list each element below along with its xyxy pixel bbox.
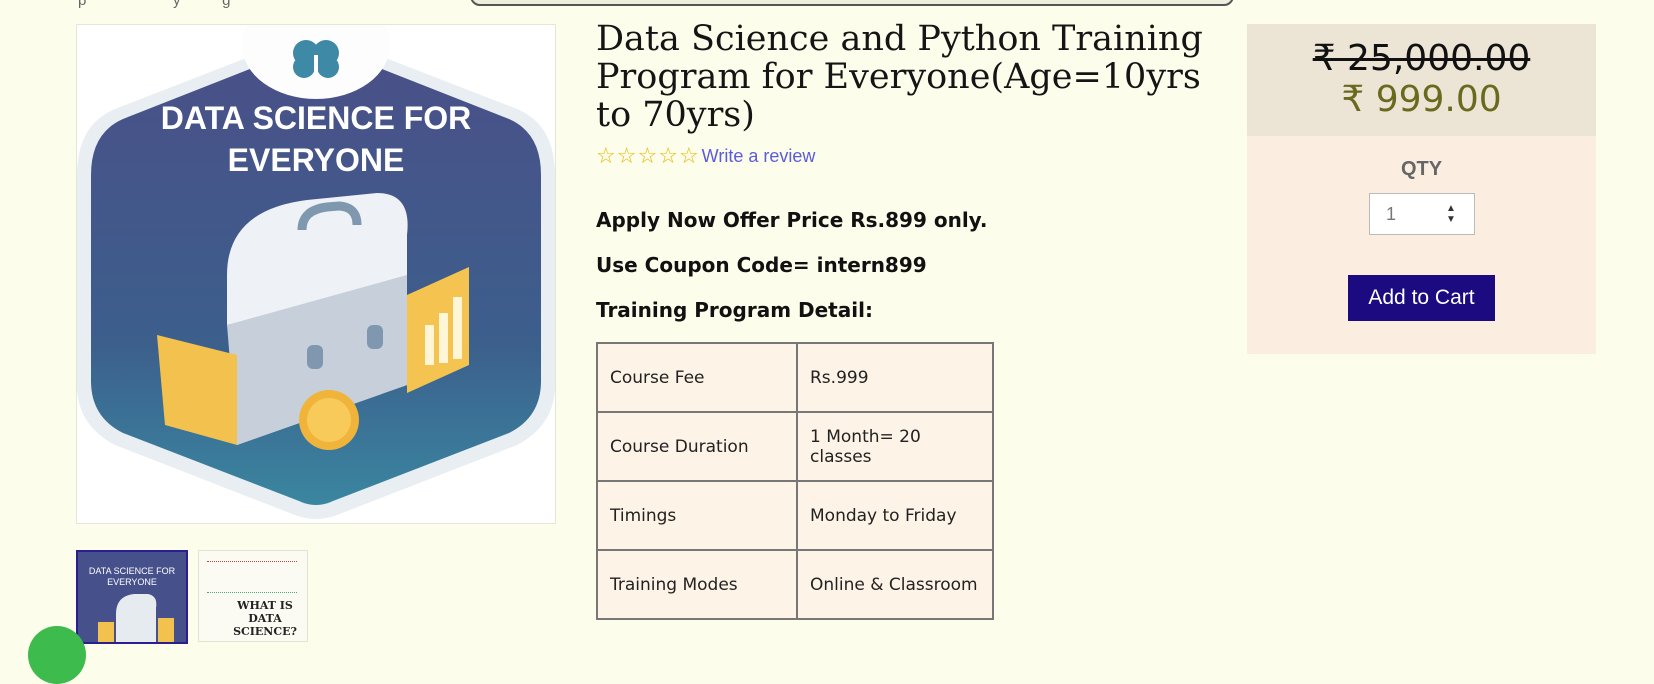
product-title: Data Science and Python Training Program… xyxy=(596,19,1203,135)
data-science-illustration: DATA SCIENCE FOR EVERYONE xyxy=(77,25,555,519)
svg-text:DATA SCIENCE FOR: DATA SCIENCE FOR xyxy=(89,566,176,576)
thumbnail-1[interactable]: DATA SCIENCE FOR EVERYONE xyxy=(76,550,188,644)
whatsapp-chat-button[interactable] xyxy=(28,626,86,684)
star-outline-icon[interactable]: ☆ xyxy=(596,144,616,168)
quantity-stepper[interactable]: 1 ▲ ▼ xyxy=(1369,193,1475,235)
detail-value: Monday to Friday xyxy=(796,480,994,551)
star-outline-icon[interactable]: ☆ xyxy=(658,144,678,168)
detail-value: Rs.999 xyxy=(796,342,994,413)
detail-label: Course Fee xyxy=(596,342,798,413)
detail-value: Online & Classroom xyxy=(796,549,994,620)
quantity-input[interactable]: 1 xyxy=(1370,204,1440,225)
spinner-up-icon[interactable]: ▲ xyxy=(1446,203,1456,214)
add-to-cart-button[interactable]: Add to Cart xyxy=(1348,275,1495,321)
image-title-line2: EVERYONE xyxy=(228,142,405,178)
price-box: ₹ 25,000.00 ₹ 999.00 QTY 1 ▲ ▼ Add to Ca… xyxy=(1247,24,1596,354)
price-header: ₹ 25,000.00 ₹ 999.00 xyxy=(1247,24,1596,136)
product-main-image[interactable]: DATA SCIENCE FOR EVERYONE xyxy=(76,24,556,524)
detail-heading: Training Program Detail: xyxy=(596,298,873,322)
table-row: Training Modes Online & Classroom xyxy=(596,549,994,620)
image-title-line1: DATA SCIENCE FOR xyxy=(161,100,472,136)
table-row: Course Duration 1 Month= 20 classes xyxy=(596,411,994,482)
detail-value: 1 Month= 20 classes xyxy=(796,411,994,482)
detail-label: Training Modes xyxy=(596,549,798,620)
new-price: ₹ 999.00 xyxy=(1341,79,1502,120)
quantity-spinner[interactable]: ▲ ▼ xyxy=(1440,199,1462,229)
thumbnail-illustration: DATA SCIENCE FOR EVERYONE xyxy=(78,552,186,642)
old-price: ₹ 25,000.00 xyxy=(1312,38,1531,79)
brain-icon xyxy=(293,40,339,78)
rating-row: ☆ ☆ ☆ ☆ ☆ Write a review xyxy=(596,144,815,168)
top-banner-edge xyxy=(470,0,1234,6)
star-outline-icon[interactable]: ☆ xyxy=(637,144,657,168)
qty-label: QTY xyxy=(1400,158,1443,180)
spinner-down-icon[interactable]: ▼ xyxy=(1446,214,1456,225)
write-review-link[interactable]: Write a review xyxy=(702,146,816,167)
star-outline-icon[interactable]: ☆ xyxy=(679,144,699,168)
svg-text:EVERYONE: EVERYONE xyxy=(107,577,157,587)
table-row: Timings Monday to Friday xyxy=(596,480,994,551)
detail-label: Timings xyxy=(596,480,798,551)
thumbnail-sketch xyxy=(207,561,297,593)
star-outline-icon[interactable]: ☆ xyxy=(617,144,637,168)
breadcrumb: p y g xyxy=(78,0,231,9)
table-row: Course Fee Rs.999 xyxy=(596,342,994,413)
detail-label: Course Duration xyxy=(596,411,798,482)
training-detail-table: Course Fee Rs.999 Course Duration 1 Mont… xyxy=(596,342,994,620)
offer-text: Apply Now Offer Price Rs.899 only. xyxy=(596,208,988,232)
coupon-text: Use Coupon Code= intern899 xyxy=(596,253,927,277)
thumbnail-2[interactable]: WHAT IS DATA SCIENCE? xyxy=(198,550,308,642)
thumbnail-caption: WHAT IS DATA SCIENCE? xyxy=(233,599,297,638)
